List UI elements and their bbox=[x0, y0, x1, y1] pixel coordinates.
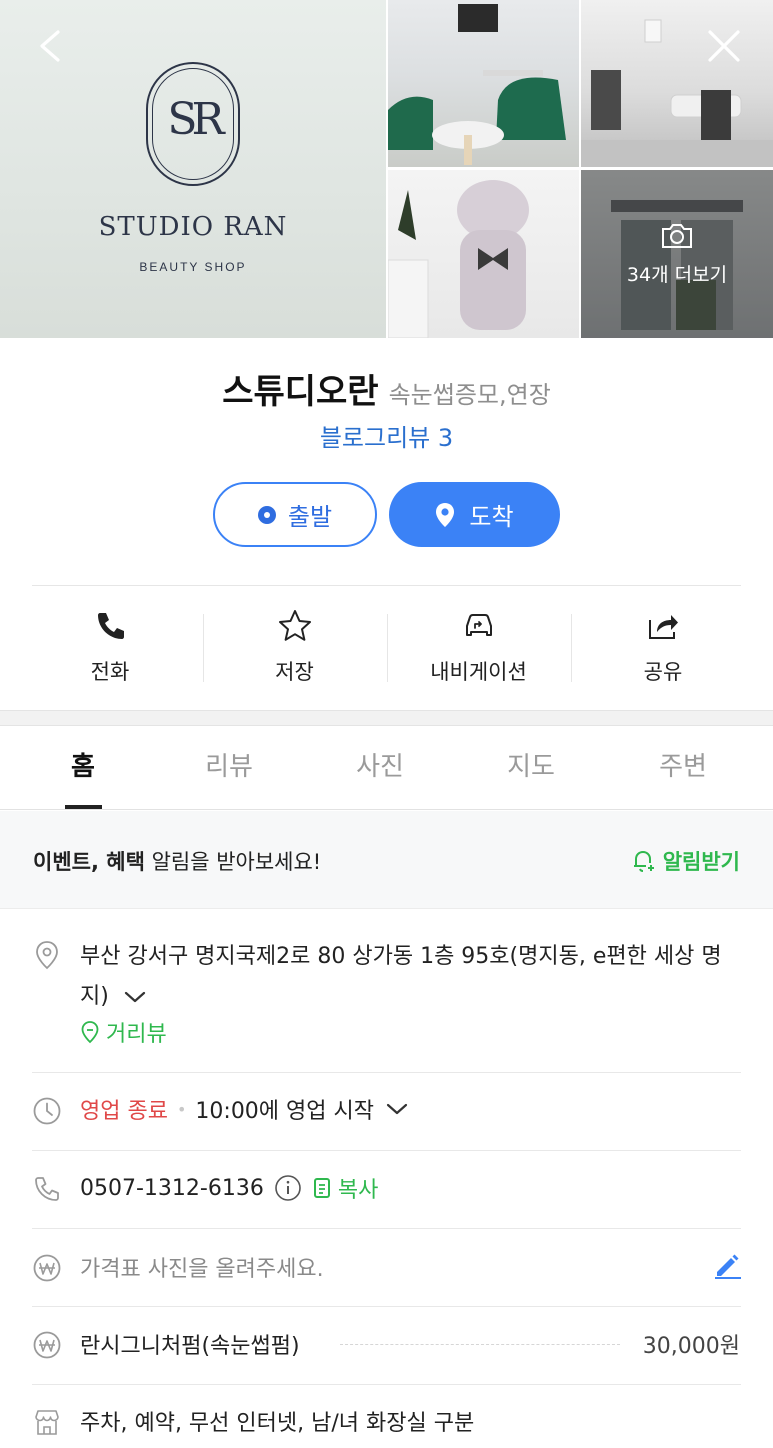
depart-label: 출발 bbox=[287, 503, 333, 531]
tab-home[interactable]: 홈 bbox=[8, 726, 158, 810]
street-view-link[interactable]: 거리뷰 bbox=[80, 1016, 167, 1048]
save-action[interactable]: 저장 bbox=[203, 600, 386, 700]
more-photos-label: 34개 더보기 bbox=[626, 264, 728, 286]
phone-row: 0507-1312-6136 복사 bbox=[80, 1172, 378, 1204]
separator-dot: • bbox=[176, 1099, 187, 1119]
notification-rest-text: 알림을 받아보세요! bbox=[144, 850, 322, 874]
won-icon bbox=[33, 1331, 61, 1359]
share-action[interactable]: 공유 bbox=[571, 600, 755, 700]
tab-photos[interactable]: 사진 bbox=[305, 726, 455, 810]
star-icon bbox=[278, 610, 311, 641]
back-arrow-icon bbox=[40, 30, 60, 62]
more-photos-button[interactable]: 34개 더보기 bbox=[581, 170, 773, 338]
logo-monogram: SR bbox=[167, 94, 224, 145]
phone-number[interactable]: 0507-1312-6136 bbox=[80, 1176, 264, 1201]
divider bbox=[32, 1306, 741, 1307]
location-pin-outline-icon bbox=[36, 941, 58, 970]
close-button[interactable] bbox=[702, 24, 746, 68]
divider bbox=[32, 1384, 741, 1385]
photo-gallery[interactable]: SR STUDIO RAN BEAUTY SHOP 34개 더보기 bbox=[0, 0, 773, 338]
section-gap bbox=[0, 710, 773, 726]
logo-subtitle: BEAUTY SHOP bbox=[139, 260, 247, 274]
notification-bold-text: 이벤트, 혜택 bbox=[33, 850, 145, 874]
copy-button[interactable]: 복사 bbox=[312, 1172, 378, 1204]
business-hours[interactable]: 영업 종료 • 10:00에 영업 시작 bbox=[80, 1093, 408, 1125]
subscribe-alert-button[interactable]: 알림받기 bbox=[629, 846, 740, 876]
navigation-label: 내비게이션 bbox=[430, 660, 527, 684]
blog-review-link[interactable]: 블로그리뷰 3 bbox=[0, 418, 773, 453]
address-text[interactable]: 부산 강서구 명지국제2로 80 상가동 1층 95호(명지동, e편한 세상 … bbox=[80, 937, 745, 1017]
arrive-label: 도착 bbox=[469, 503, 514, 531]
place-name: 스튜디오란 bbox=[222, 372, 379, 412]
notification-banner: 이벤트, 혜택 알림을 받아보세요! 알림받기 bbox=[0, 811, 773, 909]
tab-nearby[interactable]: 주변 bbox=[608, 726, 758, 810]
won-icon bbox=[33, 1254, 61, 1282]
tab-map[interactable]: 지도 bbox=[456, 726, 606, 810]
copy-label: 복사 bbox=[337, 1178, 379, 1203]
photo-thumb-interior[interactable] bbox=[388, 0, 579, 167]
back-button[interactable] bbox=[28, 24, 72, 68]
chevron-down-icon[interactable] bbox=[386, 1102, 408, 1116]
price-upload-prompt[interactable]: 가격표 사진을 올려주세요. bbox=[80, 1251, 324, 1283]
car-navigation-icon bbox=[465, 614, 492, 636]
price-item-value: 30,000원 bbox=[642, 1334, 740, 1359]
divider bbox=[32, 1072, 741, 1073]
location-pin-icon bbox=[436, 502, 455, 527]
copy-icon bbox=[313, 1178, 330, 1198]
camera-icon bbox=[662, 224, 692, 248]
business-status: 영업 종료 bbox=[80, 1099, 168, 1124]
amenities-text: 주차, 예약, 무선 인터넷, 남/녀 화장실 구분 bbox=[80, 1411, 475, 1436]
tab-bar: 홈 리뷰 사진 지도 주변 bbox=[0, 726, 773, 810]
tab-reviews[interactable]: 리뷰 bbox=[154, 726, 304, 810]
arrive-button[interactable]: 도착 bbox=[389, 482, 560, 547]
notification-text: 이벤트, 혜택 알림을 받아보세요! bbox=[33, 846, 321, 876]
divider bbox=[32, 585, 741, 586]
bell-plus-icon bbox=[633, 850, 654, 872]
street-view-pin-icon bbox=[81, 1021, 99, 1044]
navigation-action[interactable]: 내비게이션 bbox=[387, 600, 570, 700]
place-title-row: 스튜디오란 속눈썹증모,연장 bbox=[0, 364, 773, 413]
price-item-name: 란시그니처펌(속눈썹펌) bbox=[80, 1334, 300, 1359]
pencil-edit-icon[interactable] bbox=[712, 1250, 742, 1280]
place-category: 속눈썹증모,연장 bbox=[388, 381, 551, 409]
active-tab-indicator bbox=[65, 805, 102, 809]
divider bbox=[32, 1228, 741, 1229]
call-label: 전화 bbox=[90, 660, 130, 684]
opening-time: 10:00에 영업 시작 bbox=[195, 1099, 374, 1124]
call-action[interactable]: 전화 bbox=[18, 600, 202, 700]
address-value: 부산 강서구 명지국제2로 80 상가동 1층 95호(명지동, e편한 세상 … bbox=[80, 944, 722, 1009]
divider bbox=[32, 1150, 741, 1151]
share-icon bbox=[649, 615, 678, 639]
clock-icon bbox=[33, 1097, 61, 1125]
action-bar: 전화 저장 내비게이션 공유 bbox=[0, 600, 773, 700]
share-label: 공유 bbox=[643, 660, 683, 684]
depart-button[interactable]: 출발 bbox=[213, 482, 377, 547]
store-icon bbox=[35, 1410, 59, 1435]
street-view-label: 거리뷰 bbox=[106, 1022, 167, 1047]
info-icon[interactable] bbox=[274, 1174, 302, 1202]
close-icon bbox=[708, 30, 740, 62]
price-leader-line bbox=[340, 1344, 620, 1345]
photo-thumb-decor[interactable] bbox=[388, 170, 579, 338]
subscribe-alert-label: 알림받기 bbox=[662, 850, 740, 874]
chevron-down-icon[interactable] bbox=[124, 990, 146, 1004]
phone-outline-icon bbox=[35, 1177, 59, 1201]
logo-name: STUDIO RAN bbox=[98, 212, 288, 242]
origin-dot-icon bbox=[257, 505, 276, 524]
save-label: 저장 bbox=[275, 660, 314, 684]
phone-icon bbox=[98, 613, 124, 639]
